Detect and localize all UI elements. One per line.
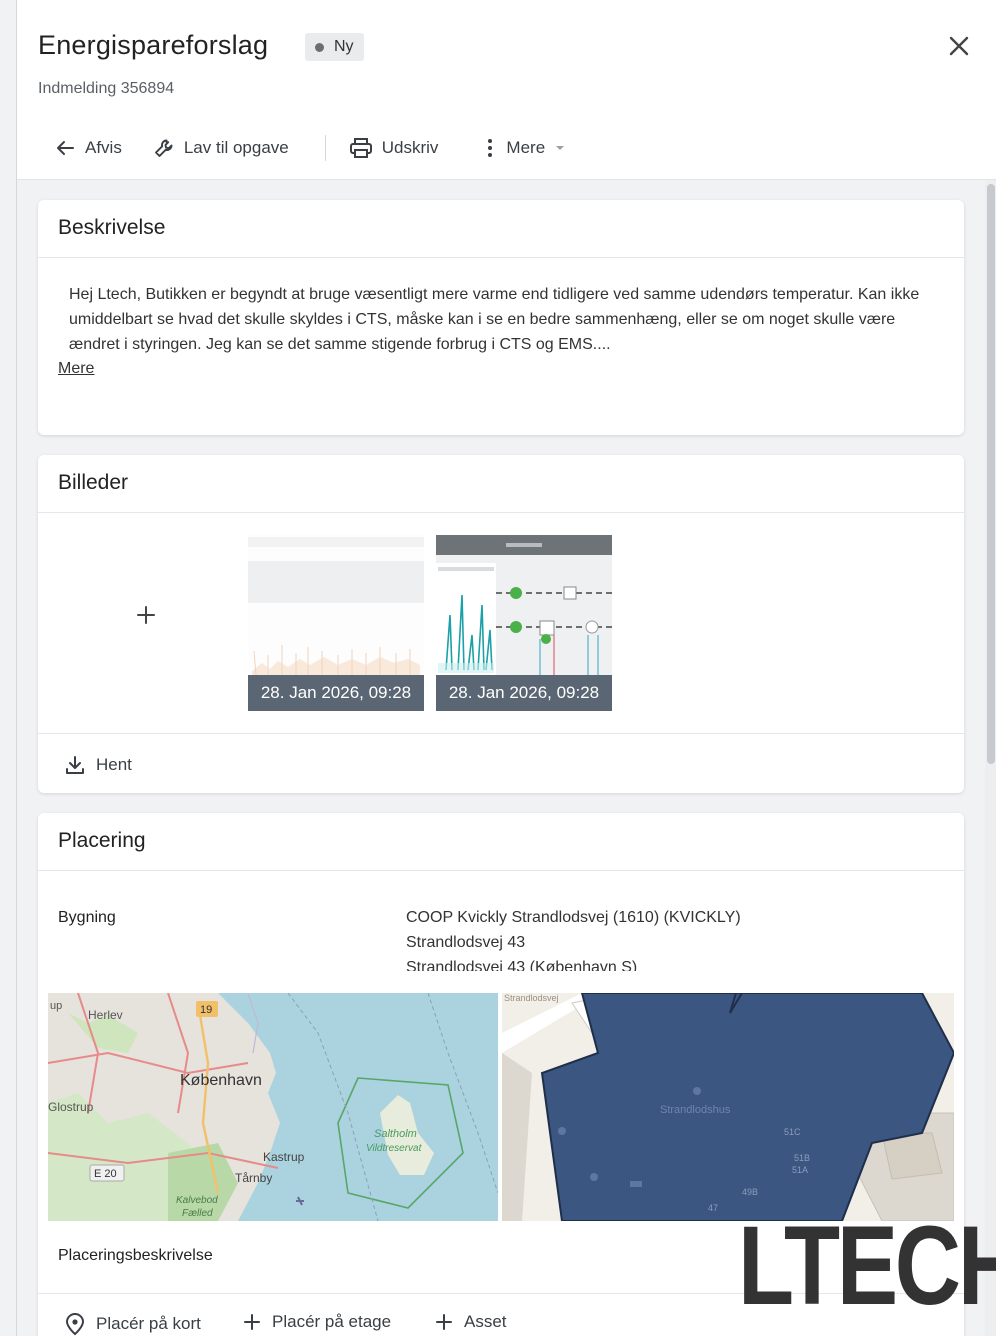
detail-map[interactable]: Strandlodsvej Strandlodshus 51C 51B 51A …	[502, 993, 954, 1221]
add-asset-button[interactable]: Asset	[434, 1312, 507, 1332]
place-on-map-label: Placér på kort	[96, 1314, 201, 1333]
image-caption: 28. Jan 2026, 09:28	[436, 675, 612, 711]
map-place-glostrup: Glostrup	[48, 1100, 94, 1114]
building-name: COOP Kvickly Strandlodsvej (1610) (KVICK…	[406, 909, 741, 926]
map-road-19: 19	[200, 1004, 212, 1016]
close-button[interactable]	[945, 32, 973, 60]
map-place-copenhagen: København	[180, 1072, 262, 1089]
detail-map-canvas: Strandlodsvej Strandlodshus 51C 51B 51A …	[502, 993, 954, 1221]
overview-map-canvas: up Herlev 19 København Glostrup Kastrup …	[48, 993, 498, 1221]
map-house-number: 47	[708, 1203, 718, 1213]
description-heading: Beskrivelse	[38, 200, 964, 258]
plus-icon	[436, 1314, 452, 1330]
detail-panel: Energispareforslag Ny Indmelding 356894 …	[16, 0, 996, 1336]
printer-icon	[349, 138, 372, 158]
building-value: COOP Kvickly Strandlodsvej (1610) (KVICK…	[406, 905, 946, 971]
image-thumbnail[interactable]: 28. Jan 2026, 09:28	[248, 535, 424, 711]
map-house-number: 51C	[784, 1127, 801, 1137]
location-pin-icon	[65, 1312, 85, 1336]
map-place-kastrup: Kastrup	[263, 1150, 305, 1164]
make-task-button-label: Lav til opgave	[183, 138, 289, 157]
add-asset-label: Asset	[464, 1312, 507, 1331]
overview-map[interactable]: up Herlev 19 København Glostrup Kastrup …	[48, 993, 498, 1221]
map-building-name: Strandlodshus	[660, 1104, 731, 1116]
vertical-dots-icon	[488, 139, 493, 157]
plus-icon	[244, 1314, 260, 1330]
map-street-label: Strandlodsvej	[504, 993, 559, 1003]
ltech-watermark-logo: LTECH	[738, 1203, 996, 1328]
building-city: Strandlodsvej 43 (København S)	[406, 959, 638, 971]
place-on-floor-label: Placér på etage	[272, 1312, 392, 1331]
image-caption: 28. Jan 2026, 09:28	[248, 675, 424, 711]
status-badge: Ny	[305, 33, 364, 61]
image-thumbnail[interactable]: 28. Jan 2026, 09:28	[436, 535, 612, 711]
print-button[interactable]: Udskriv	[348, 134, 439, 162]
close-icon	[949, 36, 969, 56]
panel-header: Energispareforslag Ny Indmelding 356894 …	[17, 0, 996, 180]
status-badge-label: Ny	[334, 38, 354, 55]
add-image-button[interactable]	[134, 603, 158, 627]
description-more-link[interactable]: Mere	[58, 360, 94, 378]
map-place-up: up	[50, 1000, 62, 1012]
wrench-icon	[154, 139, 173, 157]
map-place-reserve: Vildtreservat	[366, 1143, 423, 1154]
scrollbar-thumb[interactable]	[987, 184, 995, 764]
map-place-faelled: Fælled	[182, 1208, 213, 1219]
place-on-map-button[interactable]: Placér på kort	[64, 1312, 201, 1336]
map-house-number: 51A	[792, 1165, 808, 1175]
map-house-number: 51B	[794, 1153, 810, 1163]
more-menu-label: Mere	[506, 138, 546, 157]
description-card: Beskrivelse Hej Ltech, Butikken er begyn…	[38, 200, 964, 435]
map-place-saltholm: Saltholm	[374, 1128, 417, 1140]
placement-description-label: Placeringsbeskrivelse	[58, 1247, 213, 1264]
report-number: Indmelding 356894	[38, 80, 175, 97]
map-place-herlev: Herlev	[88, 1008, 123, 1022]
download-button-label: Hent	[96, 755, 132, 774]
caret-down-icon	[556, 146, 565, 150]
description-text: Hej Ltech, Butikken er begyndt at bruge …	[69, 286, 920, 353]
print-button-label: Udskriv	[381, 138, 439, 157]
reject-button[interactable]: Afvis	[53, 134, 122, 162]
location-heading: Placering	[38, 813, 964, 871]
images-footer: Hent	[38, 733, 964, 793]
make-task-button[interactable]: Lav til opgave	[152, 134, 289, 162]
place-on-floor-button[interactable]: Placér på etage	[242, 1312, 391, 1332]
arrow-left-icon	[57, 141, 74, 155]
map-road-e20: E 20	[94, 1168, 117, 1180]
map-place-kalvebod: Kalvebod	[176, 1195, 218, 1206]
map-place-taarnby: Tårnby	[235, 1171, 272, 1185]
images-card: Billeder 28. Jan 2026, 09:28 28. Jan 202…	[38, 455, 964, 793]
plus-icon	[137, 606, 155, 624]
reject-button-label: Afvis	[85, 138, 122, 157]
download-icon	[66, 756, 84, 774]
download-button[interactable]: Hent	[64, 754, 132, 776]
building-address: Strandlodsvej 43	[406, 934, 526, 951]
toolbar-divider	[324, 135, 326, 161]
action-toolbar: Afvis Lav til opgave Udskriv Mere	[53, 134, 605, 162]
images-heading: Billeder	[38, 455, 964, 513]
status-dot-icon	[315, 42, 324, 52]
more-menu-button[interactable]: Mere	[482, 134, 575, 162]
map-house-number: 49B	[742, 1187, 758, 1197]
page-title: Energispareforslag	[38, 30, 269, 60]
building-label: Bygning	[58, 909, 116, 926]
